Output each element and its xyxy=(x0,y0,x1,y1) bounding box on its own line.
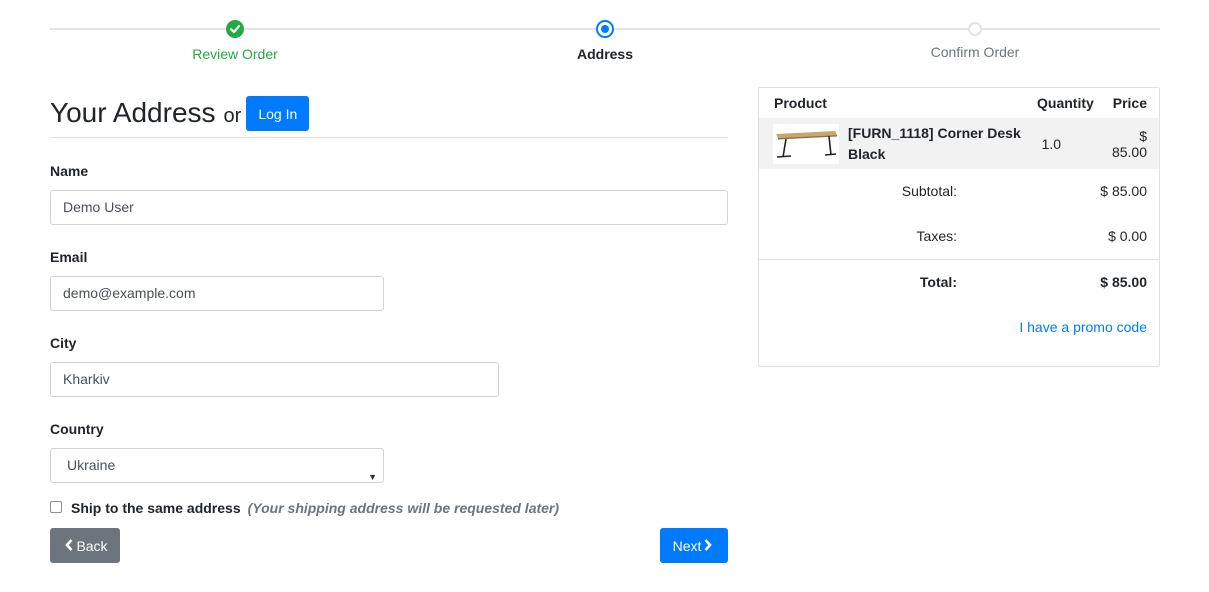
caret-down-icon: ▼ xyxy=(368,472,377,482)
total-value: $ 85.00 xyxy=(1100,274,1147,290)
next-button[interactable]: Next xyxy=(660,528,728,563)
taxes-row: Taxes: $ 0.00 xyxy=(759,228,1159,248)
wizard-step-label: Confirm Order xyxy=(930,44,1020,60)
check-icon xyxy=(226,20,244,38)
city-input[interactable]: Kharkiv xyxy=(50,362,499,397)
total-label: Total: xyxy=(919,274,957,290)
email-input[interactable]: demo@example.com xyxy=(50,276,384,311)
product-thumbnail xyxy=(773,123,839,164)
current-step-dot-icon xyxy=(596,20,614,38)
ship-same-address-label[interactable]: Ship to the same address xyxy=(71,500,241,516)
taxes-label: Taxes: xyxy=(916,228,957,244)
chevron-right-icon xyxy=(704,538,713,554)
table-row: [FURN_1118] Corner Desk Black 1.0 $ 85.0… xyxy=(759,118,1159,169)
shipping-note: (Your shipping address will be requested… xyxy=(247,500,560,516)
email-label: Email xyxy=(50,249,88,265)
country-selected-value: Ukraine xyxy=(67,457,116,473)
product-name: [FURN_1118] Corner Desk Black xyxy=(848,124,1021,162)
wizard-step-address: Address xyxy=(505,18,705,63)
price-column-header: Price xyxy=(1112,95,1147,111)
city-label: City xyxy=(50,335,77,351)
checkout-progress-wizard: Review Order Address Confirm Order xyxy=(50,18,1160,68)
total-row: Total: $ 85.00 xyxy=(759,274,1159,294)
next-button-label: Next xyxy=(672,537,702,554)
login-button[interactable]: Log In xyxy=(246,96,310,131)
product-quantity: 1.0 xyxy=(1041,135,1062,152)
wizard-step-label: Address xyxy=(576,46,634,62)
pending-step-dot-icon xyxy=(968,22,982,36)
name-label: Name xyxy=(50,163,89,179)
country-label: Country xyxy=(50,421,104,437)
order-summary-card: Product Quantity Price [FURN_1118] Corne… xyxy=(758,87,1160,367)
ship-same-address-row: Ship to the same address (Your shipping … xyxy=(50,500,559,516)
back-button[interactable]: Back xyxy=(50,528,120,563)
country-select[interactable]: Ukraine ▼ xyxy=(50,448,384,483)
page-title: Your Address xyxy=(50,97,216,128)
quantity-column-header: Quantity xyxy=(1037,95,1094,111)
address-heading: Your Address or Log In xyxy=(50,88,728,138)
back-button-label: Back xyxy=(76,537,108,554)
or-text: or xyxy=(223,105,242,127)
totals-divider xyxy=(759,259,1159,260)
address-form: Your Address or Log In Name Demo User Em… xyxy=(50,88,728,563)
wizard-step-label: Review Order xyxy=(192,46,278,62)
subtotal-label: Subtotal: xyxy=(901,183,957,199)
subtotal-row: Subtotal: $ 85.00 xyxy=(759,183,1159,203)
wizard-step-confirm-order: Confirm Order xyxy=(875,18,1075,61)
subtotal-value: $ 85.00 xyxy=(1100,183,1147,199)
order-summary-header: Product Quantity Price xyxy=(759,88,1159,118)
taxes-value: $ 0.00 xyxy=(1108,228,1147,244)
wizard-step-review-order[interactable]: Review Order xyxy=(135,18,335,63)
product-price: $ 85.00 xyxy=(1111,127,1147,160)
product-column-header: Product xyxy=(774,95,827,111)
name-input[interactable]: Demo User xyxy=(50,190,728,225)
ship-same-address-checkbox[interactable] xyxy=(50,501,62,513)
promo-code-link[interactable]: I have a promo code xyxy=(1019,319,1147,335)
chevron-left-icon xyxy=(65,538,73,554)
